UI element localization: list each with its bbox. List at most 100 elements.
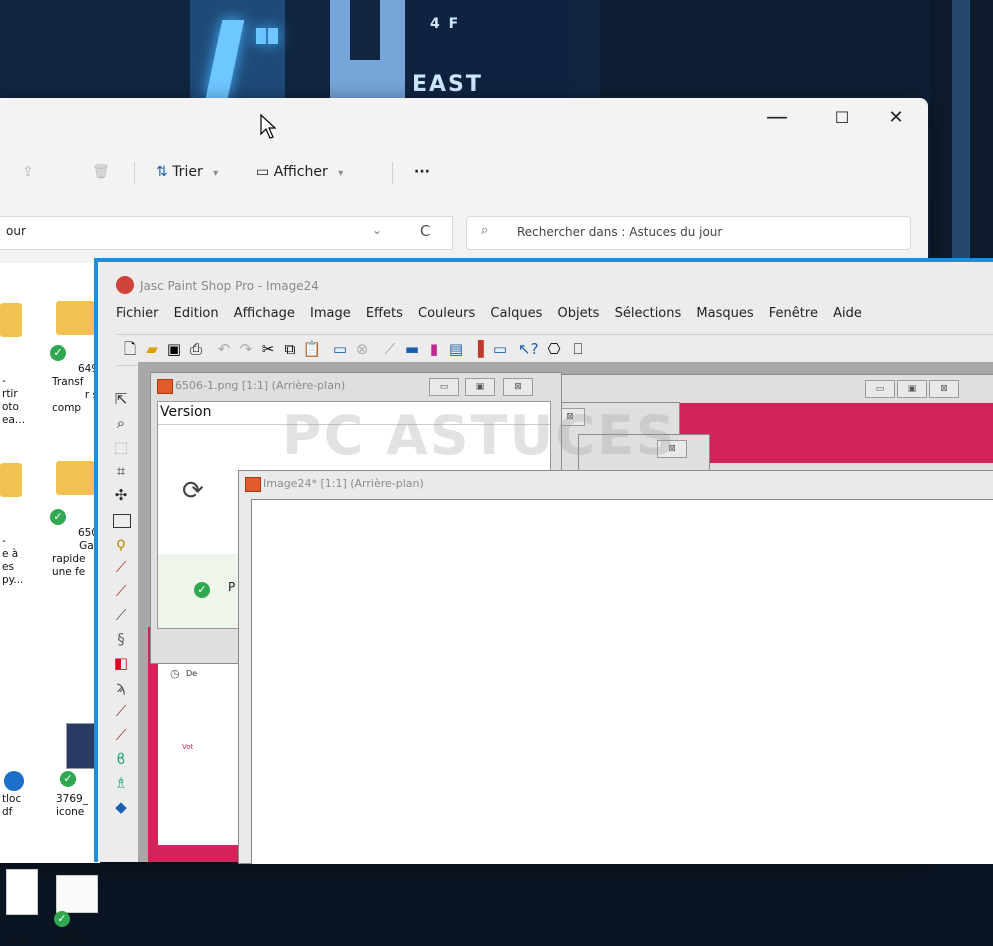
maximize-doc-button[interactable]: ▣ <box>465 378 495 396</box>
sort-button[interactable]: ⇅ Trier ▾ <box>156 160 218 184</box>
folder-icon[interactable] <box>56 461 96 495</box>
maximize-doc-button[interactable]: ▣ <box>897 380 927 398</box>
context-help-icon[interactable]: ↖? <box>518 339 539 359</box>
menu-edition[interactable]: Edition <box>174 306 219 321</box>
trash-icon[interactable]: 🗑 <box>92 160 110 184</box>
menu-image[interactable]: Image <box>310 306 351 321</box>
menu-fenetre[interactable]: Fenêtre <box>769 306 818 321</box>
file-label[interactable]: 650 Gar rapide une fe <box>52 527 98 579</box>
open-folder-icon[interactable]: ▰ <box>142 339 162 359</box>
edge-icon[interactable] <box>4 771 24 791</box>
menu-fichier[interactable]: Fichier <box>116 306 159 321</box>
file-label[interactable]: -e à es py... <box>2 535 42 587</box>
folder-icon[interactable] <box>0 303 22 337</box>
menu-masques[interactable]: Masques <box>696 306 753 321</box>
wallpaper-sign-floor: 4 F <box>430 16 461 32</box>
minimize-button[interactable]: — <box>755 102 799 134</box>
image-thumbnail-icon[interactable] <box>56 875 98 913</box>
menu-couleurs[interactable]: Couleurs <box>418 306 475 321</box>
layer-palette-icon[interactable]: ▐ <box>468 339 488 359</box>
full-screen-icon[interactable]: ⊗ <box>352 339 372 359</box>
undo-icon[interactable]: ↶ <box>214 339 234 359</box>
address-dropdown-icon[interactable]: ⌄ <box>372 223 382 237</box>
overview-icon[interactable]: ▭ <box>490 339 510 359</box>
arrow-tool-icon[interactable]: ⇱ <box>110 388 132 410</box>
file-label[interactable]: 6495- <box>56 933 98 946</box>
new-file-icon[interactable]: 🗋 <box>120 339 140 359</box>
minimize-doc-button[interactable]: ▭ <box>429 378 459 396</box>
picture-tube-icon[interactable]: ⟋ <box>110 724 132 746</box>
file-list: - rtir oto ea... ✓ 649 Transf r s comp -e à es p… <box>0 263 100 945</box>
browse-icon[interactable]: ▭ <box>330 339 350 359</box>
selection-tool-icon[interactable] <box>113 514 131 528</box>
toggle-palette-icon[interactable]: ⟋ <box>380 339 400 359</box>
camera-icon[interactable]: ⎕ <box>568 339 588 359</box>
color-replacer-icon[interactable]: § <box>110 628 132 650</box>
refresh-icon[interactable]: C <box>420 222 430 240</box>
print-icon[interactable]: ⎙ <box>186 339 206 359</box>
cut-icon[interactable]: ✂ <box>258 339 278 359</box>
more-options-button[interactable]: ··· <box>414 160 430 184</box>
eraser-tool-icon[interactable]: ⟋ <box>110 700 132 722</box>
folder-icon[interactable] <box>0 463 22 497</box>
redo-icon[interactable]: ↷ <box>236 339 256 359</box>
deform-tool-icon[interactable]: ⬚ <box>110 436 132 458</box>
sync-ok-icon: ✓ <box>54 911 70 927</box>
search-input: Rechercher dans : Astuces du jour <box>517 225 723 239</box>
doc-title-image24: Image24* [1:1] (Arrière-plan) <box>263 477 424 490</box>
menu-effets[interactable]: Effets <box>366 306 403 321</box>
chevron-down-icon: ▾ <box>213 168 219 179</box>
sort-label: Trier <box>172 164 203 180</box>
document-icon <box>245 477 261 492</box>
menu-selections[interactable]: Sélections <box>615 306 682 321</box>
psp-app-icon <box>116 276 134 294</box>
toggle-toolbar-icon[interactable]: ▬ <box>402 339 422 359</box>
file-label[interactable]: 3769_ icone <box>56 793 98 819</box>
psp-tool-palette: ⇱ ⌕ ⬚ ⌗ ✣ ϙ ⟋ ⟋ ⟋ § ◧ ϡ ⟋ ⟋ ϐ ♗ ◆ <box>108 380 134 866</box>
close-doc-button[interactable]: ⊠ <box>929 380 959 398</box>
wallpaper-sign-east: EAST <box>412 72 483 97</box>
close-doc-button[interactable]: ⊠ <box>503 378 533 396</box>
flood-fill-icon[interactable]: ♗ <box>110 772 132 794</box>
retouch-tool-icon[interactable]: ◧ <box>110 652 132 674</box>
copy-icon[interactable]: ⧉ <box>280 339 300 359</box>
crop-tool-icon[interactable]: ⌗ <box>110 460 132 482</box>
chevron-down-icon: ▾ <box>338 168 344 179</box>
paste-icon[interactable]: 📋 <box>302 339 322 359</box>
menu-objets[interactable]: Objets <box>557 306 599 321</box>
move-tool-icon[interactable]: ✣ <box>110 484 132 506</box>
menu-affichage[interactable]: Affichage <box>234 306 295 321</box>
view-button[interactable]: ▭ Afficher ▾ <box>256 160 343 184</box>
maximize-button[interactable]: ☐ <box>820 102 864 134</box>
file-label[interactable]: 649 Transf r s comp <box>52 363 98 415</box>
dropper-tool-icon[interactable]: ⟋ <box>110 556 132 578</box>
freehand-tool-icon[interactable]: ϙ <box>110 532 132 554</box>
clone-brush-icon[interactable]: ⟋ <box>110 604 132 626</box>
airbrush-icon[interactable]: ϐ <box>110 748 132 770</box>
file-label[interactable]: - rtir oto ea... <box>2 375 42 427</box>
text-tool-icon[interactable]: ◆ <box>110 796 132 818</box>
address-bar[interactable]: our ⌄ C <box>0 216 453 250</box>
menu-calques[interactable]: Calques <box>490 306 542 321</box>
save-icon[interactable]: ▣ <box>164 339 184 359</box>
file-label[interactable]: png <box>8 933 44 946</box>
image24-canvas[interactable] <box>251 499 993 864</box>
mouse-cursor-icon <box>260 114 276 139</box>
zoom-tool-icon[interactable]: ⌕ <box>110 412 132 434</box>
scratch-remover-icon[interactable]: ϡ <box>110 676 132 698</box>
paintbrush-tool-icon[interactable]: ⟋ <box>110 580 132 602</box>
histogram-icon[interactable]: ▤ <box>446 339 466 359</box>
color-palette-icon[interactable]: ▮ <box>424 339 444 359</box>
minimize-doc-button[interactable]: ▭ <box>865 380 895 398</box>
share-icon[interactable]: ⇪ <box>22 160 34 184</box>
document-window-image24[interactable]: Image24* [1:1] (Arrière-plan) <box>238 470 993 864</box>
scanner-icon[interactable]: ⎔ <box>544 339 564 359</box>
search-icon: ⌕ <box>481 223 489 238</box>
image-thumbnail-icon[interactable] <box>6 869 38 915</box>
search-box[interactable]: ⌕ Rechercher dans : Astuces du jour <box>466 216 911 250</box>
folder-icon[interactable] <box>56 301 96 335</box>
file-label[interactable]: tloc df <box>2 793 42 819</box>
watermark: PC ASTUCES <box>282 404 677 467</box>
close-button[interactable]: ✕ <box>874 102 918 134</box>
menu-aide[interactable]: Aide <box>833 306 862 321</box>
